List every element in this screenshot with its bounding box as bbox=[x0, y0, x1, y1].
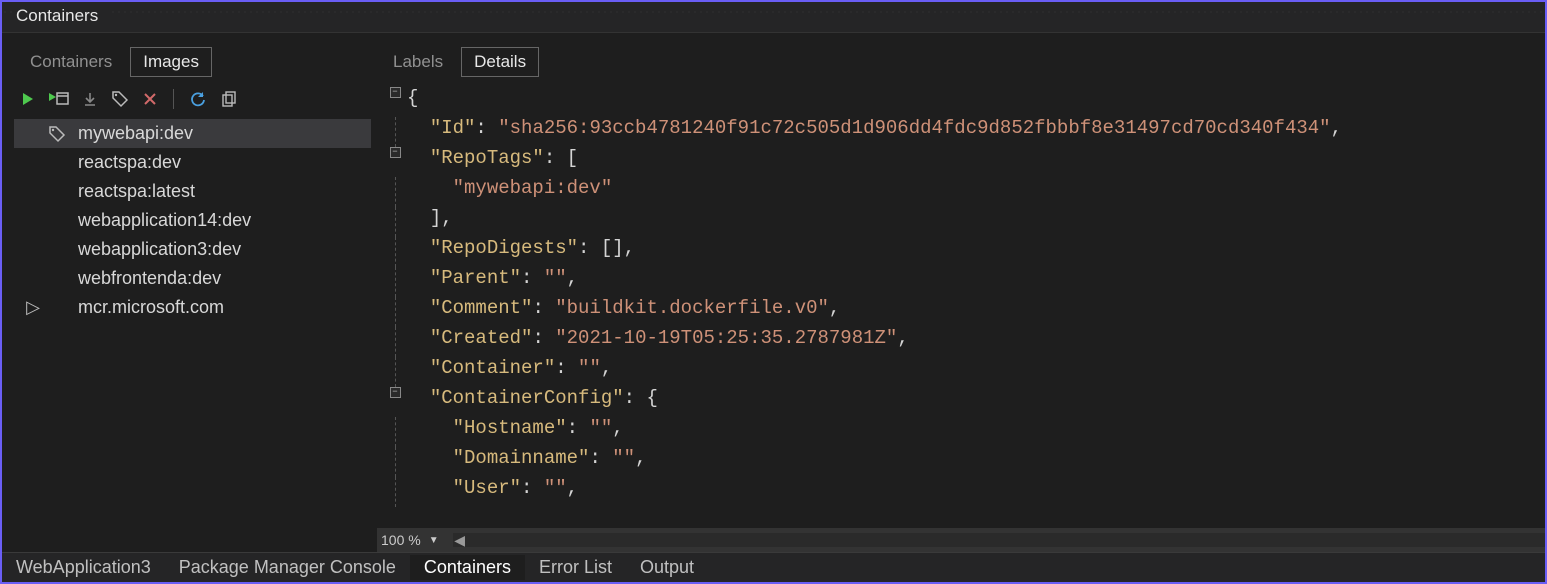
btab-containers[interactable]: Containers bbox=[410, 555, 525, 580]
main-panel: Labels Details −{ "Id": "sha256:93ccb478… bbox=[377, 33, 1545, 552]
image-list-item[interactable]: webapplication3:dev bbox=[14, 235, 371, 264]
tag-icon[interactable] bbox=[111, 90, 129, 108]
sidebar-tabs: Containers Images bbox=[18, 47, 371, 77]
bottom-tool-tabs: WebApplication3 Package Manager Console … bbox=[2, 552, 1545, 582]
image-list-item[interactable]: mywebapi:dev bbox=[14, 119, 371, 148]
image-label: webapplication14:dev bbox=[78, 210, 251, 231]
image-label: mcr.microsoft.com bbox=[78, 297, 224, 318]
image-label: reactspa:latest bbox=[78, 181, 195, 202]
play-icon[interactable] bbox=[20, 91, 36, 107]
zoom-level[interactable]: 100 % bbox=[381, 532, 421, 548]
scroll-left-icon[interactable]: ◀ bbox=[453, 533, 467, 547]
toolbar-separator bbox=[173, 89, 174, 109]
horizontal-scrollbar[interactable]: ◀ bbox=[453, 533, 1545, 547]
image-list-item[interactable]: ▷ mcr.microsoft.com bbox=[14, 293, 371, 322]
tag-icon bbox=[48, 125, 70, 143]
image-label: webfrontenda:dev bbox=[78, 268, 221, 289]
sidebar: Containers Images bbox=[2, 33, 377, 552]
btab-output[interactable]: Output bbox=[626, 555, 708, 580]
btab-package-manager[interactable]: Package Manager Console bbox=[165, 555, 410, 580]
btab-error-list[interactable]: Error List bbox=[525, 555, 626, 580]
expand-icon[interactable]: ▷ bbox=[26, 297, 40, 318]
refresh-icon[interactable] bbox=[189, 90, 207, 108]
image-label: webapplication3:dev bbox=[78, 239, 241, 260]
image-label: reactspa:dev bbox=[78, 152, 181, 173]
zoom-dropdown-icon[interactable]: ▼ bbox=[429, 535, 439, 546]
delete-icon[interactable] bbox=[142, 91, 158, 107]
image-list: mywebapi:dev reactspa:dev reactspa:lates… bbox=[14, 119, 371, 552]
json-editor[interactable]: −{ "Id": "sha256:93ccb4781240f91c72c505d… bbox=[377, 87, 1545, 528]
image-list-item[interactable]: webfrontenda:dev bbox=[14, 264, 371, 293]
fold-toggle[interactable]: − bbox=[390, 147, 401, 158]
sidebar-toolbar bbox=[14, 81, 371, 117]
image-list-item[interactable]: webapplication14:dev bbox=[14, 206, 371, 235]
tab-details[interactable]: Details bbox=[461, 47, 539, 77]
btab-webapplication3[interactable]: WebApplication3 bbox=[2, 555, 165, 580]
tab-labels[interactable]: Labels bbox=[381, 48, 455, 76]
panel-title: Containers bbox=[16, 6, 108, 25]
image-list-item[interactable]: reactspa:latest bbox=[14, 177, 371, 206]
image-list-item[interactable]: reactspa:dev bbox=[14, 148, 371, 177]
image-label: mywebapi:dev bbox=[78, 123, 193, 144]
fold-toggle[interactable]: − bbox=[390, 387, 401, 398]
copy-icon[interactable] bbox=[220, 90, 238, 108]
tab-containers[interactable]: Containers bbox=[18, 48, 124, 76]
download-icon[interactable] bbox=[82, 91, 98, 107]
panel-titlebar[interactable]: Containers bbox=[2, 2, 1545, 33]
detail-tabs: Labels Details bbox=[381, 39, 1545, 83]
play-window-icon[interactable] bbox=[49, 91, 69, 107]
fold-toggle[interactable]: − bbox=[390, 87, 401, 98]
zoom-bar: 100 % ▼ ◀ bbox=[377, 528, 1545, 552]
tab-images[interactable]: Images bbox=[130, 47, 212, 77]
